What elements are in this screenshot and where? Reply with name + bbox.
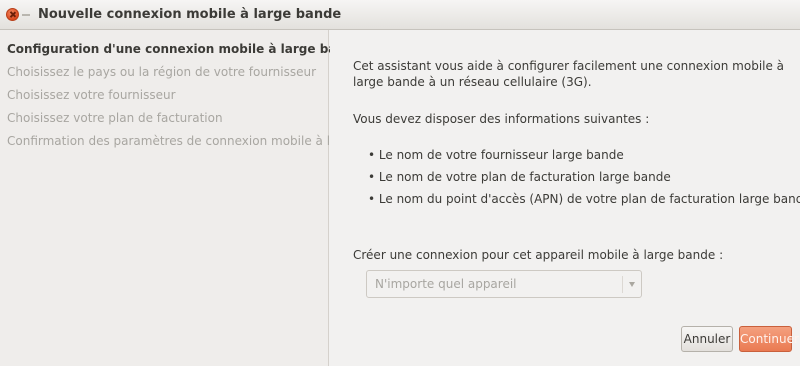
requirement-apn: • Le nom du point d'accès (APN) de votre… bbox=[368, 192, 800, 206]
requirement-provider-name: • Le nom de votre fournisseur large band… bbox=[368, 148, 624, 162]
requirements-list: • Le nom de votre fournisseur large band… bbox=[368, 147, 800, 213]
step-provider: Choisissez votre fournisseur bbox=[7, 88, 176, 102]
main-content: Cet assistant vous aide à configurer fac… bbox=[330, 30, 800, 366]
close-icon[interactable] bbox=[6, 8, 19, 21]
title-bar: Nouvelle connexion mobile à large bande bbox=[0, 0, 800, 30]
step-configuration: Configuration d'une connexion mobile à l… bbox=[7, 42, 362, 56]
device-select[interactable]: N'importe quel appareil bbox=[366, 270, 642, 298]
device-select-value: N'importe quel appareil bbox=[375, 277, 517, 291]
steps-sidebar: Configuration d'une connexion mobile à l… bbox=[0, 30, 399, 366]
cancel-button[interactable]: Annuler bbox=[681, 326, 733, 352]
requirement-billing-plan: • Le nom de votre plan de facturation la… bbox=[368, 170, 671, 184]
assistant-window: Nouvelle connexion mobile à large bande … bbox=[0, 0, 800, 366]
chevron-down-icon bbox=[629, 282, 635, 287]
intro-text: Cet assistant vous aide à configurer fac… bbox=[353, 59, 785, 89]
step-confirmation: Confirmation des paramètres de connexion… bbox=[7, 134, 399, 148]
continue-button[interactable]: Continuer bbox=[739, 326, 799, 352]
select-separator bbox=[622, 276, 623, 293]
step-billing-plan: Choisissez votre plan de facturation bbox=[7, 111, 223, 125]
requirements-heading: Vous devez disposer des informations sui… bbox=[353, 112, 650, 126]
step-country: Choisissez le pays ou la région de votre… bbox=[7, 65, 317, 79]
window-title: Nouvelle connexion mobile à large bande bbox=[38, 7, 342, 22]
minimize-icon[interactable] bbox=[22, 11, 31, 19]
device-select-label: Créer une connexion pour cet appareil mo… bbox=[353, 248, 724, 262]
